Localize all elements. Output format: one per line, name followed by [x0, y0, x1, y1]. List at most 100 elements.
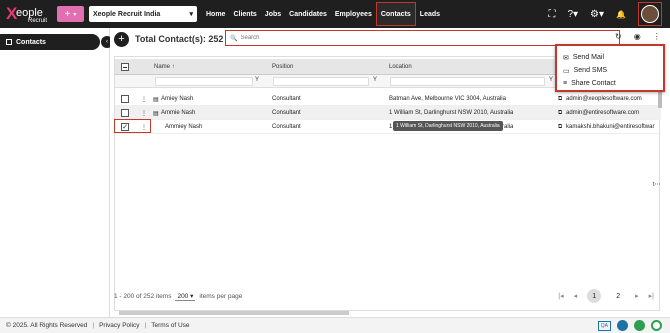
filter-icon[interactable]: Y	[255, 77, 259, 83]
search-input[interactable]	[240, 35, 611, 41]
copy-email-icon[interactable]: ⧉	[558, 120, 562, 134]
chevron-down-icon: ▾	[189, 11, 193, 18]
pager-range: 1 - 200 of 252 items	[114, 292, 172, 300]
nav-home[interactable]: Home	[202, 0, 229, 28]
bell-icon[interactable]: 🔔	[616, 10, 626, 19]
contact-card-icon[interactable]: ▤	[153, 92, 159, 106]
table-row[interactable]: ✓ ⋮ Ammiey Nash Consultant 1 William St,…	[115, 120, 661, 134]
column-header-position[interactable]: Position	[272, 59, 293, 75]
menu-item-send-sms[interactable]: ▭ Send SMS	[557, 64, 663, 77]
footer-status: QA	[597, 320, 662, 331]
cell-email[interactable]: kamakshi.bhakuni@entiresoftwar	[566, 120, 658, 134]
top-icons: ⛶ ?▾ ⚙▾ 🔔	[548, 0, 662, 28]
select-all-checkbox[interactable]	[121, 63, 129, 71]
main-content: + Total Contact(s): 252 🔍 ↻ ◉ ⋮ Name ↑ P…	[110, 28, 670, 317]
plus-icon: +	[64, 8, 71, 20]
table-row[interactable]: ⋮ ▤ Ammie Nash Consultant 1 William St, …	[115, 106, 661, 120]
page-1-button[interactable]: 1	[587, 289, 602, 303]
page-title: Total Contact(s): 252	[135, 34, 224, 44]
row-checkbox[interactable]	[121, 95, 129, 103]
cell-name[interactable]: Amiey Nash	[161, 92, 193, 106]
filter-icon[interactable]: Y	[373, 77, 377, 83]
cell-name[interactable]: Ammiey Nash	[165, 120, 202, 134]
cell-position: Consultant	[272, 110, 301, 116]
check-status-icon	[634, 320, 645, 331]
settings-icon[interactable]: ⚙▾	[590, 9, 604, 20]
partial-cell-text: t⋯	[653, 182, 661, 188]
nav-employees[interactable]: Employees	[331, 0, 376, 28]
contacts-grid: Name ↑ Position Location Y Y Y ⋮ ▤ Amiey…	[114, 56, 662, 315]
refresh-icon[interactable]: ↻	[615, 32, 622, 41]
next-page-icon[interactable]: ▸	[635, 292, 639, 300]
last-page-icon[interactable]: ▸|	[649, 292, 654, 300]
row-checkbox[interactable]	[121, 109, 129, 117]
sidebar-item-contacts[interactable]: Contacts	[0, 34, 100, 50]
filter-name-input[interactable]	[155, 77, 253, 86]
nav-leads[interactable]: Leads	[416, 0, 444, 28]
privacy-policy-link[interactable]: Privacy Policy	[99, 322, 139, 329]
prev-page-icon[interactable]: ◂	[574, 292, 578, 300]
nav-clients[interactable]: Clients	[229, 0, 260, 28]
first-page-icon[interactable]: |◂	[558, 292, 563, 300]
cell-location: 1 William St, Darlinghurst NSW 2010, Aus…	[389, 110, 514, 116]
copyright-text: © 2025. All Rights Reserved	[6, 322, 88, 329]
logo-recruit: Recruit	[28, 18, 48, 24]
cell-position: Consultant	[272, 124, 301, 130]
cell-email[interactable]: admin@xeoplesoftware.com	[566, 92, 658, 106]
user-avatar-button[interactable]	[638, 2, 662, 26]
select-all-cell	[121, 59, 129, 75]
fullscreen-icon[interactable]: ⛶	[548, 9, 555, 20]
qa-badge: QA	[597, 320, 611, 331]
terms-of-use-link[interactable]: Terms of Use	[151, 322, 189, 329]
mail-icon: ✉	[563, 54, 569, 62]
cell-name[interactable]: Ammie Nash	[161, 106, 195, 120]
column-header-name[interactable]: Name ↑	[154, 59, 175, 75]
sidebar: Contacts ‹	[0, 28, 113, 317]
xeople-logo[interactable]: X eople Recruit	[6, 4, 52, 24]
avatar	[641, 5, 659, 23]
copy-email-icon[interactable]: ⧉	[558, 92, 562, 106]
help-icon[interactable]: ?▾	[567, 9, 578, 20]
contact-card-icon[interactable]: ▤	[153, 106, 159, 120]
main-nav: Home Clients Jobs Candidates Employees C…	[202, 0, 444, 28]
sms-icon: ▭	[563, 67, 570, 75]
user-status-icon[interactable]	[617, 320, 628, 331]
nav-contacts[interactable]: Contacts	[375, 2, 416, 26]
filter-position-input[interactable]	[273, 77, 369, 86]
horizontal-scrollbar[interactable]	[119, 311, 349, 315]
sidebar-item-label: Contacts	[16, 38, 46, 46]
table-row[interactable]: ⋮ ▤ Amiey Nash Consultant Batman Ave, Me…	[115, 92, 661, 106]
title-row: + Total Contact(s): 252	[114, 30, 223, 48]
menu-item-send-mail[interactable]: ✉ Send Mail	[557, 51, 663, 64]
chevron-down-icon: ▾	[190, 292, 194, 300]
location-tooltip: 1 William St, Darlinghurst NSW 2010, Aus…	[393, 121, 503, 131]
cell-email[interactable]: admin@entiresoftware.com	[566, 106, 658, 120]
menu-item-label: Send Mail	[572, 54, 605, 61]
row-menu-icon[interactable]: ⋮	[141, 106, 147, 120]
nav-jobs[interactable]: Jobs	[261, 0, 285, 28]
menu-item-share-contact[interactable]: ≡ Share Contact	[557, 77, 663, 90]
search-icon: 🔍	[230, 35, 238, 42]
row-select-cell	[121, 92, 129, 106]
quick-add-button[interactable]: + ▾	[57, 6, 84, 22]
menu-item-label: Share Contact	[571, 80, 616, 87]
page-2-button[interactable]: 2	[611, 289, 625, 303]
footer-separator: |	[92, 322, 95, 329]
filter-location-input[interactable]	[390, 77, 545, 86]
cell-location: Batman Ave, Melbourne VIC 3004, Australi…	[389, 96, 506, 102]
cell-position: Consultant	[272, 96, 301, 102]
filter-icon[interactable]: Y	[549, 77, 553, 83]
target-icon[interactable]: ◉	[634, 32, 641, 41]
add-contact-button[interactable]: +	[114, 31, 129, 47]
more-vertical-icon[interactable]: ⋮	[653, 32, 661, 41]
selected-row-highlight	[114, 119, 151, 133]
copy-email-icon[interactable]: ⧉	[558, 106, 562, 120]
page-size-select[interactable]: 200 ▾	[175, 292, 196, 301]
share-icon: ≡	[563, 80, 568, 87]
column-header-location[interactable]: Location	[389, 59, 412, 75]
contacts-icon	[6, 39, 12, 45]
menu-item-label: Send SMS	[573, 67, 608, 74]
nav-candidates[interactable]: Candidates	[285, 0, 331, 28]
company-select[interactable]: Xeople Recruit India ▾	[89, 6, 197, 22]
row-menu-icon[interactable]: ⋮	[141, 92, 147, 106]
